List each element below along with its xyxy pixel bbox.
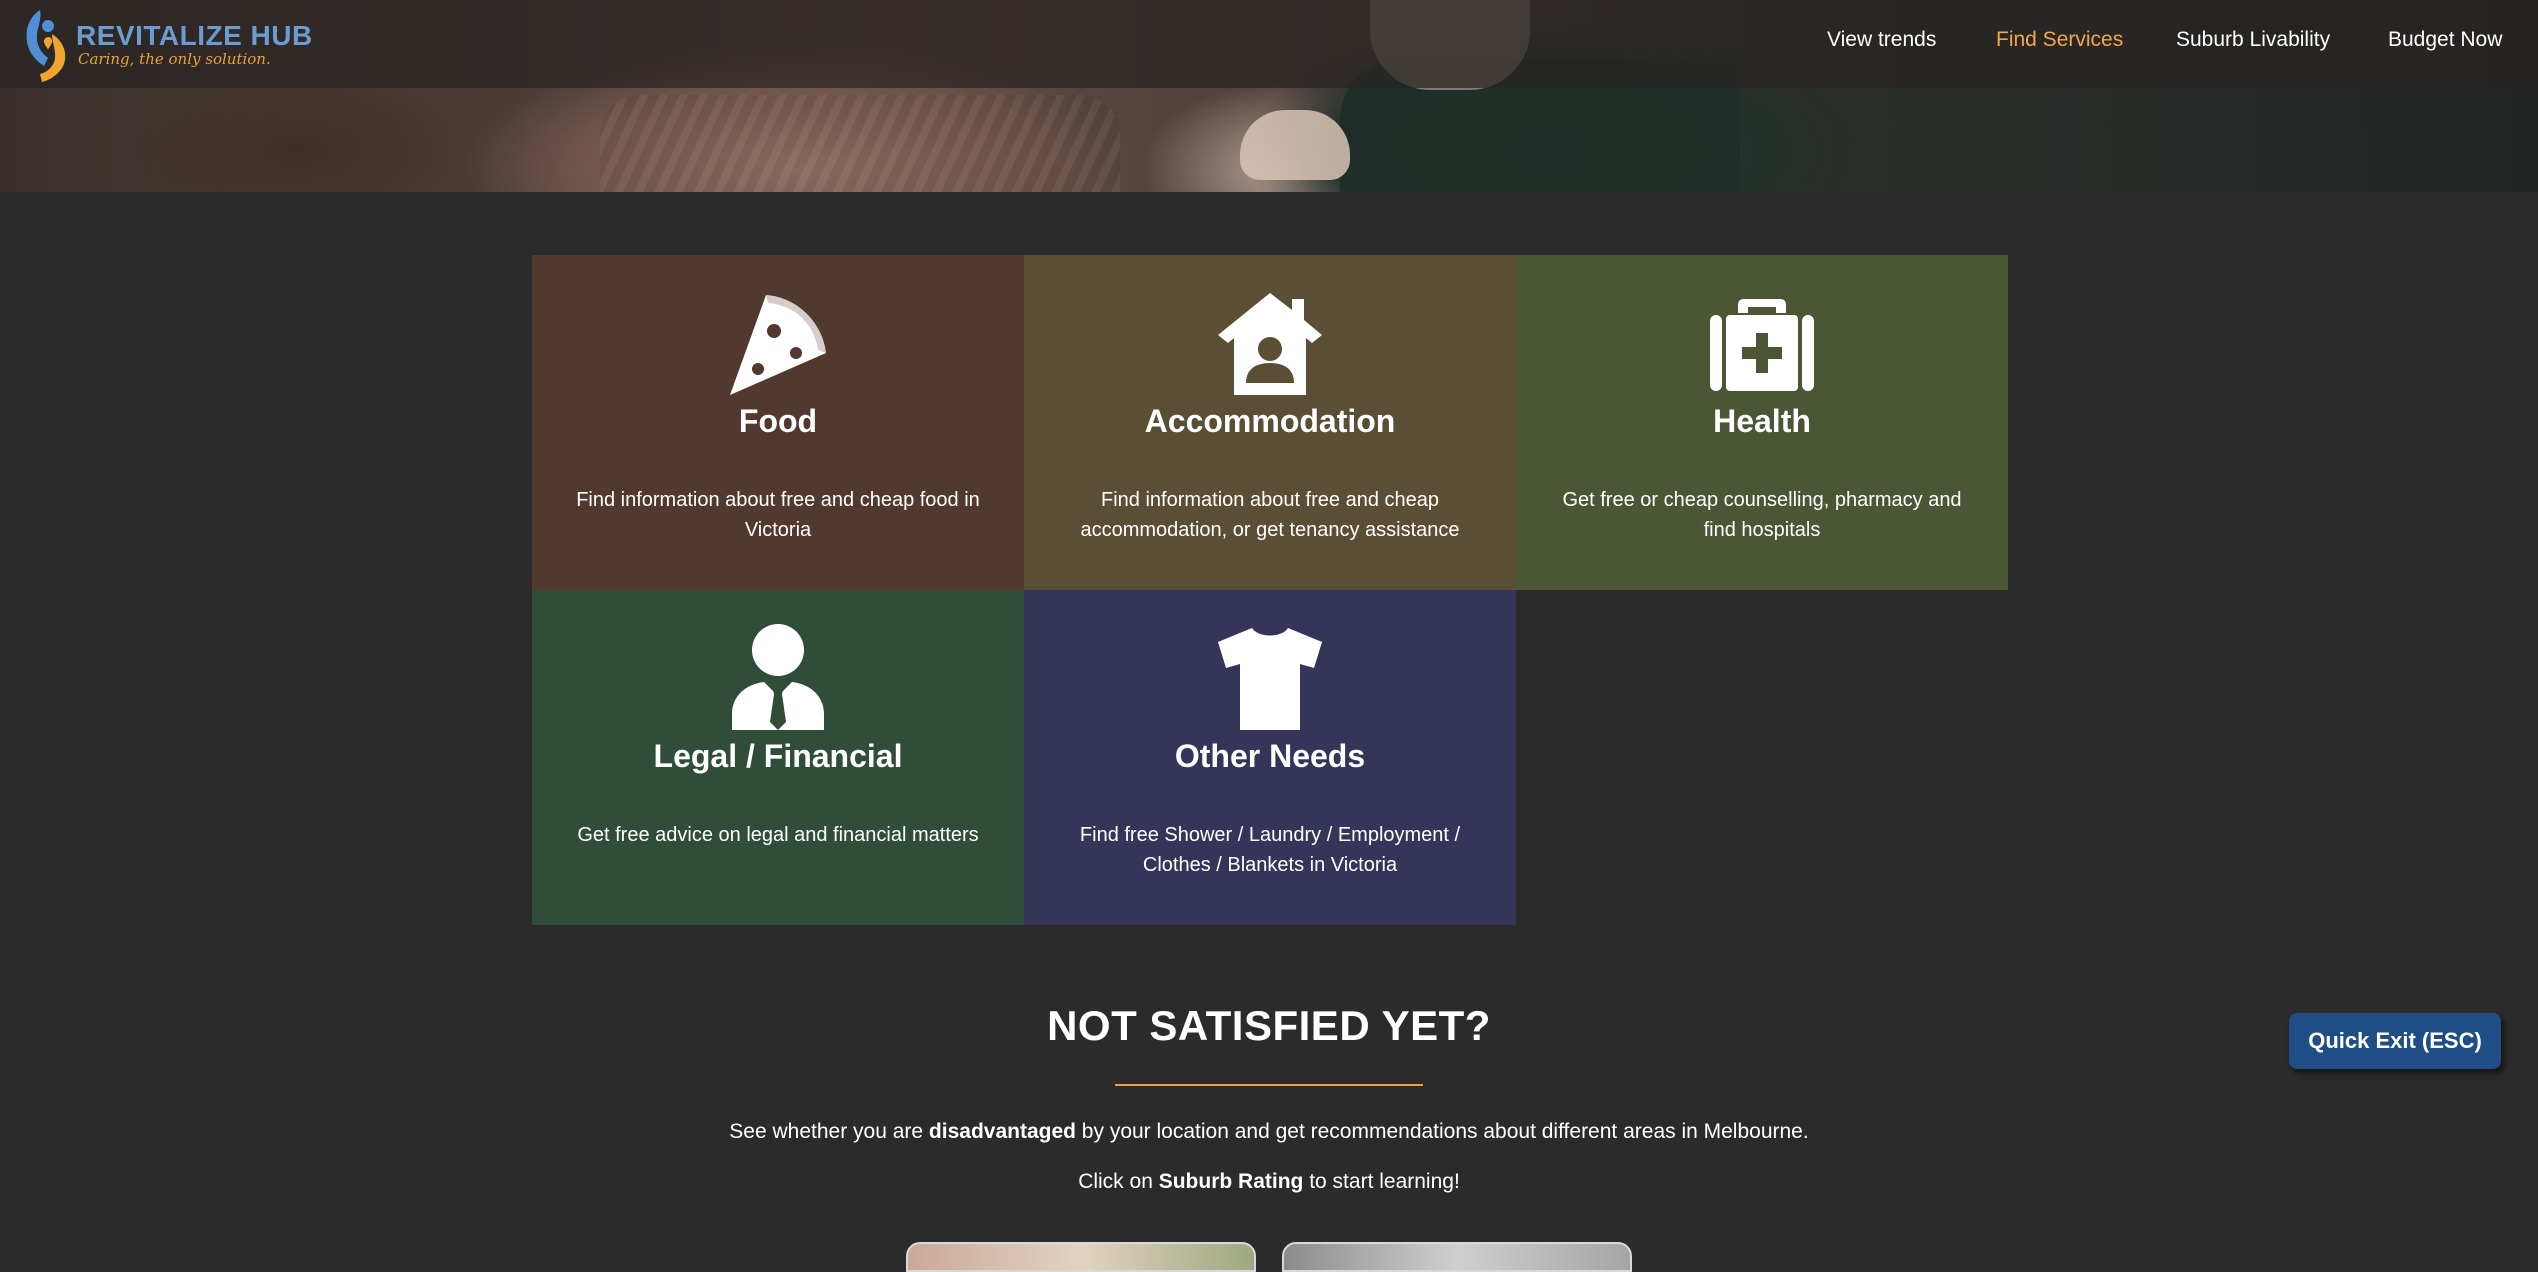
- house-user-icon: [1218, 293, 1322, 395]
- service-title-health: Health: [1713, 403, 1811, 439]
- tshirt-icon: [1218, 628, 1322, 730]
- brand-logo[interactable]: REVITALIZE HUB Caring, the only solution…: [18, 4, 312, 84]
- service-title-accommodation: Accommodation: [1144, 403, 1396, 439]
- brand-name: REVITALIZE HUB: [76, 20, 313, 51]
- nav-suburb-livability[interactable]: Suburb Livability: [2176, 28, 2330, 52]
- service-desc-legal-financial: Get free advice on legal and financial m…: [577, 824, 979, 846]
- service-title-legal-financial: Legal / Financial: [653, 738, 903, 774]
- service-card-legal-financial[interactable]: Legal / Financial Get free advice on leg…: [532, 590, 1024, 925]
- user-tie-icon: [732, 624, 824, 730]
- service-card-health[interactable]: Health Get free or cheap counselling, ph…: [1516, 255, 2008, 590]
- cta-line1-pre: See whether you are: [729, 1120, 929, 1143]
- pizza-icon: [730, 295, 826, 395]
- service-title-food: Food: [738, 403, 818, 439]
- budget-card-thumbnail[interactable]: [1282, 1242, 1632, 1272]
- cta-text-disadvantaged: See whether you are disadvantaged by you…: [0, 1120, 2538, 1144]
- cta-line2-post: to start learning!: [1303, 1170, 1460, 1193]
- service-desc-other-needs: Find free Shower / Laundry / Employment …: [1079, 824, 1461, 876]
- cta-divider: [1115, 1084, 1423, 1086]
- medkit-icon: [1710, 299, 1814, 391]
- nav-view-trends[interactable]: View trends: [1827, 28, 1936, 52]
- cta-heading: NOT SATISFIED YET?: [1047, 1002, 1491, 1049]
- cta-text-suburb-rating: Click on Suburb Rating to start learning…: [0, 1170, 2538, 1194]
- suburb-card-thumbnail[interactable]: [906, 1242, 1256, 1272]
- nav-budget-now[interactable]: Budget Now: [2388, 28, 2502, 52]
- service-desc-health: Get free or cheap counselling, pharmacy …: [1562, 489, 1962, 541]
- cta-line2-pre: Click on: [1078, 1170, 1159, 1193]
- service-desc-food: Find information about free and cheap fo…: [576, 489, 980, 541]
- hero-image-hand: [1240, 110, 1350, 180]
- service-desc-accommodation: Find information about free and cheap ac…: [1080, 489, 1460, 541]
- service-card-food[interactable]: Food Find information about free and che…: [532, 255, 1024, 590]
- cta-line1-post: by your location and get recommendations…: [1075, 1120, 1809, 1143]
- quick-exit-button[interactable]: Quick Exit (ESC): [2289, 1013, 2501, 1069]
- service-card-other-needs[interactable]: Other Needs Find free Shower / Laundry /…: [1024, 590, 1516, 925]
- service-card-accommodation[interactable]: Accommodation Find information about fre…: [1024, 255, 1516, 590]
- hero-image-fabric: [600, 95, 1120, 192]
- cta-line1-bold: disadvantaged: [928, 1120, 1076, 1143]
- brand-tagline: Caring, the only solution.: [78, 50, 271, 68]
- navbar: REVITALIZE HUB Caring, the only solution…: [0, 0, 2538, 88]
- nav-find-services[interactable]: Find Services: [1996, 28, 2123, 52]
- hands-heart-logo-icon: [26, 10, 66, 82]
- service-title-other-needs: Other Needs: [1174, 738, 1366, 774]
- cta-line2-bold: Suburb Rating: [1158, 1170, 1304, 1193]
